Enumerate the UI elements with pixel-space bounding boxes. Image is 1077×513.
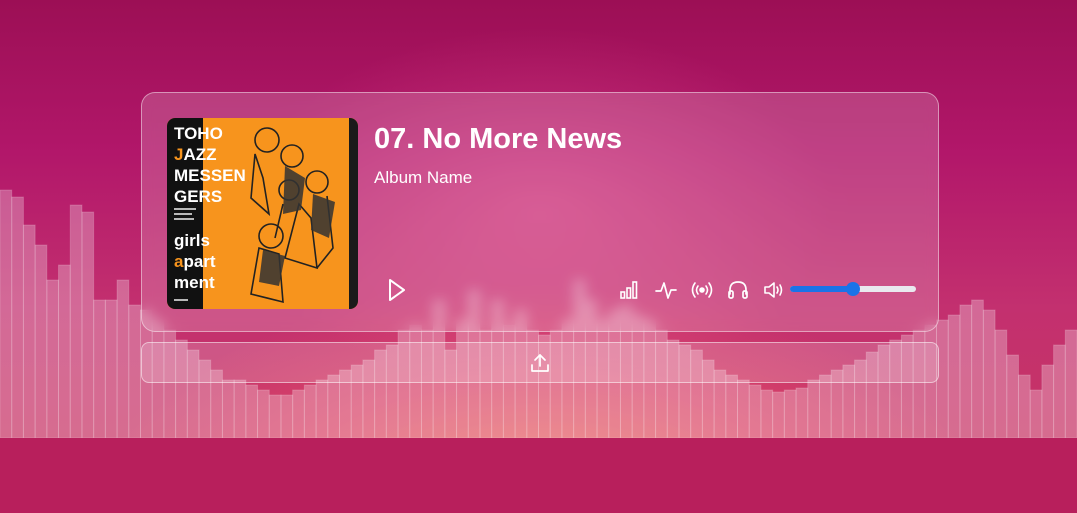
visualizer-bar bbox=[81, 211, 95, 439]
visualizer-bar bbox=[58, 264, 71, 439]
headphones-button[interactable] bbox=[726, 279, 750, 301]
visualizer-bar bbox=[725, 374, 739, 439]
visualizer-bar bbox=[233, 379, 247, 439]
cover-title-line-3: MESSEN bbox=[174, 166, 246, 185]
visualizer-bar bbox=[1017, 374, 1031, 439]
waveform-button[interactable] bbox=[654, 279, 678, 301]
visualizer-bar bbox=[116, 279, 130, 439]
visualizer-bar bbox=[737, 379, 750, 439]
visualizer-bar bbox=[128, 304, 141, 439]
broadcast-button[interactable] bbox=[690, 279, 714, 301]
cover-title-line-1: TOHO bbox=[174, 124, 223, 143]
visualizer-bar bbox=[303, 384, 317, 439]
visualizer-bar bbox=[982, 309, 996, 439]
visualizer-bar bbox=[34, 244, 48, 439]
volume-slider-fill bbox=[790, 286, 853, 292]
volume-icon bbox=[764, 282, 783, 298]
visualizer-bar bbox=[818, 374, 832, 439]
album-name: Album Name bbox=[374, 168, 473, 187]
signal-bars-button[interactable] bbox=[619, 279, 641, 301]
visualizer-bar bbox=[257, 389, 270, 439]
visualizer-bar bbox=[280, 394, 294, 439]
cover-subtitle-line-3: ment bbox=[174, 273, 215, 292]
album-cover: TOHO JAZZ MESSEN GERS girls apart ment bbox=[167, 118, 358, 309]
visualizer-bar bbox=[1006, 354, 1019, 439]
visualizer-bar bbox=[104, 299, 118, 439]
upload-button[interactable] bbox=[141, 342, 939, 383]
visualizer-bar bbox=[1064, 329, 1077, 439]
visualizer-bar bbox=[93, 299, 106, 439]
cover-title-line-4: GERS bbox=[174, 187, 222, 206]
cover-title-line-2: JAZZ bbox=[174, 145, 217, 164]
visualizer-bar bbox=[268, 394, 282, 439]
visualizer-bar bbox=[46, 279, 60, 439]
play-icon bbox=[389, 279, 405, 301]
visualizer-bar bbox=[292, 389, 305, 439]
visualizer-bar bbox=[327, 374, 340, 439]
visualizer-bar bbox=[11, 196, 24, 439]
visualizer-floor bbox=[0, 438, 1077, 513]
cover-subtitle-line-1: girls bbox=[174, 231, 210, 250]
visualizer-bar bbox=[1053, 344, 1066, 439]
visualizer-bar bbox=[795, 387, 809, 439]
visualizer-bar bbox=[0, 189, 13, 439]
visualizer-bar bbox=[760, 389, 774, 439]
visualizer-bar bbox=[959, 304, 973, 439]
headphones-icon bbox=[728, 281, 748, 299]
visualizer-bar bbox=[971, 299, 984, 439]
cover-subtitle-line-2: apart bbox=[174, 252, 216, 271]
player-card: TOHO JAZZ MESSEN GERS girls apart ment 0… bbox=[141, 92, 939, 332]
visualizer-bar bbox=[783, 389, 797, 439]
visualizer-bar bbox=[936, 319, 949, 439]
upload-icon bbox=[531, 354, 549, 372]
volume-button[interactable] bbox=[762, 279, 786, 301]
track-title: 07. No More News bbox=[374, 123, 623, 155]
visualizer-bar bbox=[69, 204, 83, 439]
visualizer-bar bbox=[221, 379, 235, 439]
broadcast-icon bbox=[691, 282, 713, 298]
visualizer-bar bbox=[245, 384, 259, 439]
visualizer-bar bbox=[748, 384, 762, 439]
visualizer-bar bbox=[807, 379, 820, 439]
visualizer-bar bbox=[22, 224, 36, 439]
visualizer-bar bbox=[1029, 389, 1043, 439]
play-button[interactable] bbox=[382, 276, 410, 304]
waveform-icon bbox=[655, 282, 677, 299]
visualizer-bar bbox=[994, 329, 1008, 439]
visualizer-bar bbox=[1041, 364, 1055, 439]
visualizer-bar bbox=[947, 314, 961, 439]
visualizer-bar bbox=[315, 379, 329, 439]
volume-slider-thumb[interactable] bbox=[846, 282, 860, 296]
visualizer-bar bbox=[772, 391, 785, 439]
signal-bars-icon bbox=[620, 281, 638, 299]
volume-slider[interactable] bbox=[790, 282, 916, 296]
